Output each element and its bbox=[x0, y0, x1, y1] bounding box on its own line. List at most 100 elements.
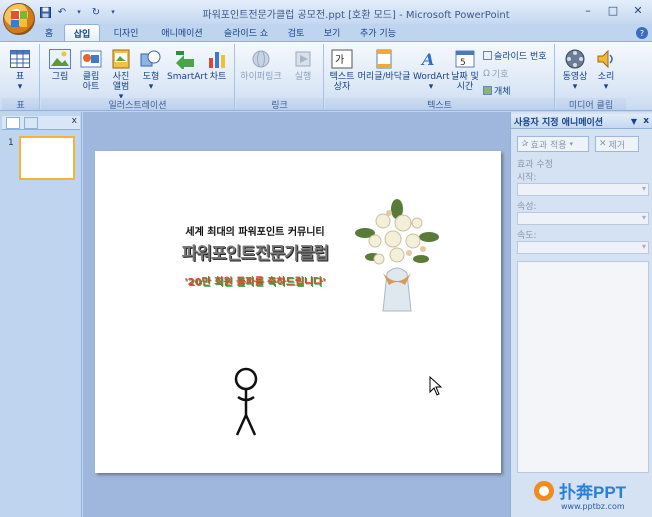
maximize-button[interactable]: □ bbox=[601, 2, 625, 19]
dropdown-icon: ▾ bbox=[148, 82, 154, 92]
flower-bouquet-icon bbox=[355, 199, 439, 312]
sound-label: 소리 bbox=[597, 72, 615, 82]
textbox-icon: 가 bbox=[331, 48, 353, 70]
slide[interactable]: 세계 최대의 파워포인트 커뮤니티 파워포인트전문가클럽 '20만 회원 돌파를… bbox=[95, 151, 501, 473]
table-button[interactable]: 표 ▾ bbox=[6, 48, 34, 92]
photo-album-button[interactable]: 사진 앨범 ▾ bbox=[107, 48, 135, 102]
sound-button[interactable]: 소리 ▾ bbox=[592, 48, 620, 92]
action-icon bbox=[292, 48, 314, 70]
action-button[interactable]: 실행 bbox=[286, 48, 320, 82]
textbox-label-1: 텍스트 bbox=[329, 72, 355, 82]
group-links: 하이퍼링크 실행 링크 bbox=[236, 44, 324, 111]
picture-label: 그림 bbox=[51, 72, 69, 82]
symbol-button[interactable]: Ω 기호 bbox=[483, 67, 508, 81]
datetime-button[interactable]: 5 날짜 및 시간 bbox=[449, 48, 481, 92]
property-select[interactable]: ▾ bbox=[517, 212, 649, 225]
tab-slideshow[interactable]: 슬라이드 쇼 bbox=[216, 24, 276, 41]
svg-text:가: 가 bbox=[335, 54, 344, 66]
datetime-label-1: 날짜 및 bbox=[451, 72, 479, 82]
tab-animations[interactable]: 애니메이션 bbox=[152, 24, 212, 41]
group-label-table: 표 bbox=[2, 98, 39, 111]
movie-button[interactable]: 동영상 ▾ bbox=[560, 48, 590, 92]
smartart-button[interactable]: SmartArt bbox=[167, 48, 208, 82]
picture-button[interactable]: 그림 bbox=[45, 48, 75, 82]
header-footer-button[interactable]: 머리글/바닥글 bbox=[357, 48, 411, 82]
help-icon[interactable]: ? bbox=[636, 27, 648, 39]
speed-select[interactable]: ▾ bbox=[517, 241, 649, 254]
dropdown-icon: ▾ bbox=[17, 82, 23, 92]
flower-bouquet-image[interactable] bbox=[353, 193, 441, 313]
smartart-icon bbox=[174, 48, 196, 70]
smartart-label: SmartArt bbox=[167, 72, 208, 82]
slide-subtitle-text[interactable]: 세계 최대의 파워포인트 커뮤니티 bbox=[155, 223, 355, 238]
slides-tab-icon[interactable] bbox=[6, 117, 20, 129]
remove-button[interactable]: ✕ 제거 bbox=[595, 136, 639, 152]
office-button[interactable] bbox=[3, 3, 35, 35]
watermark-text: 扑奔PPT bbox=[559, 483, 627, 502]
minimize-button[interactable]: – bbox=[576, 2, 600, 19]
group-media: 동영상 ▾ 소리 ▾ 미디어 클립 bbox=[556, 44, 626, 111]
svg-text:5: 5 bbox=[460, 58, 466, 68]
tab-design[interactable]: 디자인 bbox=[104, 24, 148, 41]
group-label-media: 미디어 클립 bbox=[556, 98, 626, 111]
picture-icon bbox=[49, 48, 71, 70]
table-label: 표 bbox=[15, 72, 25, 82]
animation-list[interactable] bbox=[517, 261, 649, 473]
watermark-url: www.pptbz.com bbox=[561, 502, 625, 511]
window-title: 파워포인트전문가클럽 공모전.ppt [호환 모드] - Microsoft P… bbox=[202, 10, 510, 21]
slides-outline-tabs: x bbox=[2, 116, 80, 130]
table-icon bbox=[9, 48, 31, 70]
textbox-button[interactable]: 가 텍스트 상자 bbox=[327, 48, 357, 92]
tab-review[interactable]: 검토 bbox=[280, 24, 312, 41]
photo-album-label-1: 사진 bbox=[112, 72, 130, 82]
group-label-illustrations: 일러스트레이션 bbox=[41, 98, 234, 111]
add-effect-icon: ✰ bbox=[521, 139, 529, 149]
close-button[interactable]: ✕ bbox=[626, 2, 650, 19]
dropdown-icon: ▾ bbox=[428, 82, 434, 92]
slide-number-button[interactable]: 슬라이드 번호 bbox=[483, 49, 547, 62]
chart-button[interactable]: 차트 bbox=[205, 48, 231, 82]
pane-dropdown-icon[interactable]: ▼ bbox=[631, 117, 637, 126]
slide-congrats-text[interactable]: '20만 회원 돌파를 축하드립니다' bbox=[155, 273, 355, 288]
movie-label: 동영상 bbox=[562, 72, 588, 82]
datetime-icon: 5 bbox=[454, 48, 476, 70]
add-effect-button[interactable]: ✰ 효과 적용 ▾ bbox=[517, 136, 589, 152]
pane-close-icon[interactable]: x bbox=[643, 116, 649, 126]
photo-album-icon bbox=[110, 48, 132, 70]
action-label: 실행 bbox=[294, 72, 312, 82]
slide-thumbnail[interactable] bbox=[19, 136, 75, 180]
object-button[interactable]: 개체 bbox=[483, 84, 511, 97]
watermark: 扑奔PPT www.pptbz.com bbox=[531, 476, 651, 516]
start-select[interactable]: ▾ bbox=[517, 183, 649, 196]
office-logo-icon bbox=[11, 11, 27, 27]
clipart-button[interactable]: 클립 아트 bbox=[77, 48, 105, 92]
slide-title-text[interactable]: 파워포인트전문가클럽 bbox=[155, 239, 355, 264]
movie-icon bbox=[564, 48, 586, 70]
tab-home[interactable]: 홈 bbox=[38, 24, 60, 41]
wordart-icon: A bbox=[420, 48, 442, 70]
chevron-down-icon: ▾ bbox=[569, 140, 574, 148]
clipart-icon bbox=[80, 48, 102, 70]
close-pane-icon[interactable]: x bbox=[72, 116, 77, 126]
hyperlink-button[interactable]: 하이퍼링크 bbox=[238, 48, 284, 82]
speaker-icon bbox=[595, 48, 617, 70]
group-label-text: 텍스트 bbox=[325, 98, 554, 111]
group-label-links: 링크 bbox=[236, 98, 323, 111]
shapes-button[interactable]: 도형 ▾ bbox=[137, 48, 165, 92]
watermark-logo-icon bbox=[534, 481, 554, 501]
omega-icon: Ω bbox=[483, 68, 490, 79]
tab-view[interactable]: 보기 bbox=[316, 24, 348, 41]
stick-figure-image[interactable] bbox=[229, 367, 263, 439]
tab-addins[interactable]: 추가 기능 bbox=[352, 24, 404, 41]
chevron-down-icon: ▾ bbox=[641, 184, 646, 193]
dropdown-icon: ▾ bbox=[572, 82, 578, 92]
task-pane-header: 사용자 지정 애니메이션 ▼ x bbox=[511, 114, 652, 129]
title-bar: ↶ ▾ ↻ ▾ 파워포인트전문가클럽 공모전.ppt [호환 모드] - Mic… bbox=[0, 0, 652, 24]
wordart-button[interactable]: A WordArt ▾ bbox=[413, 48, 450, 92]
start-label: 시작: bbox=[517, 173, 537, 183]
outline-tab-icon[interactable] bbox=[24, 117, 38, 129]
shapes-label: 도형 bbox=[142, 72, 160, 82]
slide-thumb-number: 1 bbox=[8, 138, 14, 148]
chevron-down-icon: ▾ bbox=[641, 213, 646, 222]
tab-insert[interactable]: 삽입 bbox=[64, 24, 100, 41]
